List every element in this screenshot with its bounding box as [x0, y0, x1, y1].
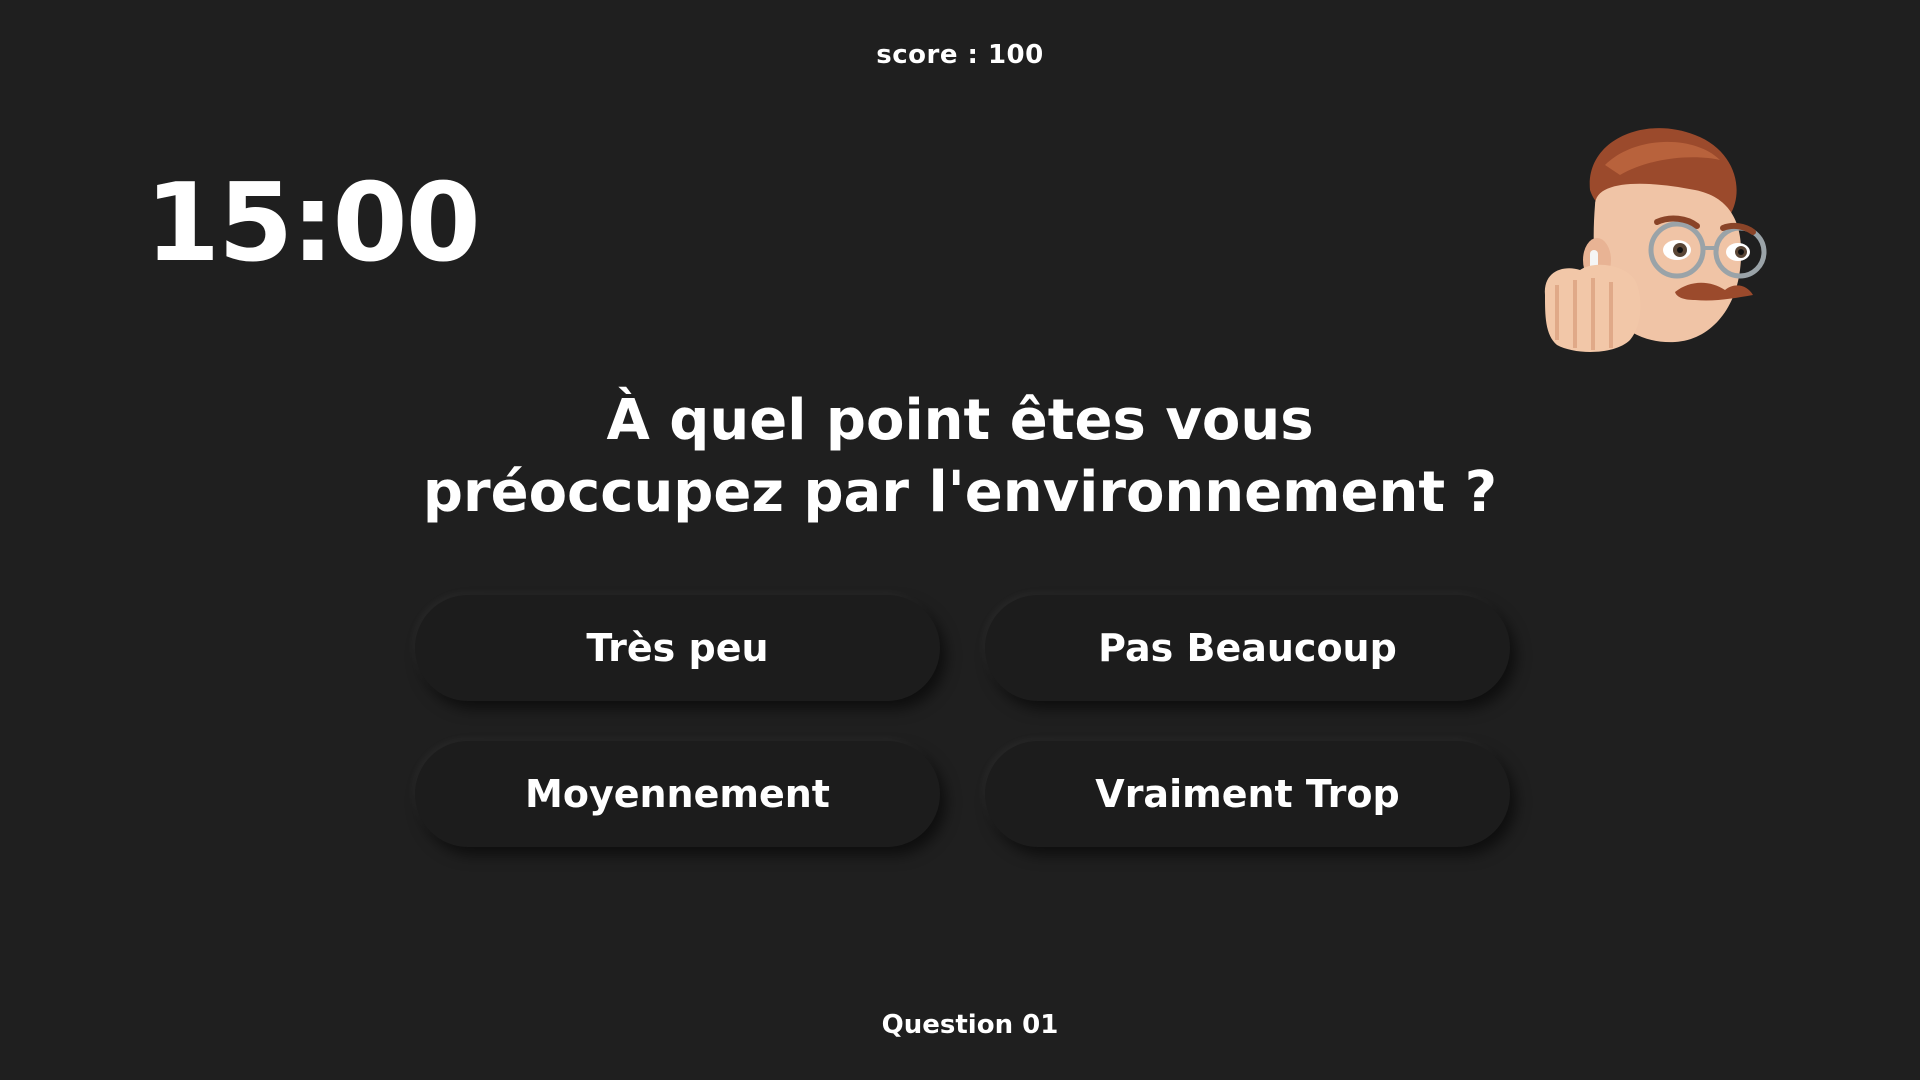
quiz-screen: score : 100 15:00 À quel point êtes vous… — [0, 0, 1920, 1080]
question-number: Question 01 — [881, 1010, 1059, 1040]
countdown-timer: 15:00 — [145, 161, 481, 286]
question-line-1: À quel point êtes vous — [606, 388, 1314, 453]
question-text: À quel point êtes vous préoccupez par l'… — [300, 385, 1620, 529]
answer-button-moyennement[interactable]: Moyennement — [415, 741, 940, 847]
answer-grid: Très peu Pas Beaucoup Moyennement Vraime… — [415, 595, 1510, 847]
memoji-avatar-icon — [1535, 120, 1785, 380]
answer-button-pas-beaucoup[interactable]: Pas Beaucoup — [985, 595, 1510, 701]
answer-button-tres-peu[interactable]: Très peu — [415, 595, 940, 701]
answer-button-vraiment-trop[interactable]: Vraiment Trop — [985, 741, 1510, 847]
score-display: score : 100 — [876, 40, 1044, 70]
question-line-2: préoccupez par l'environnement ? — [422, 460, 1498, 525]
